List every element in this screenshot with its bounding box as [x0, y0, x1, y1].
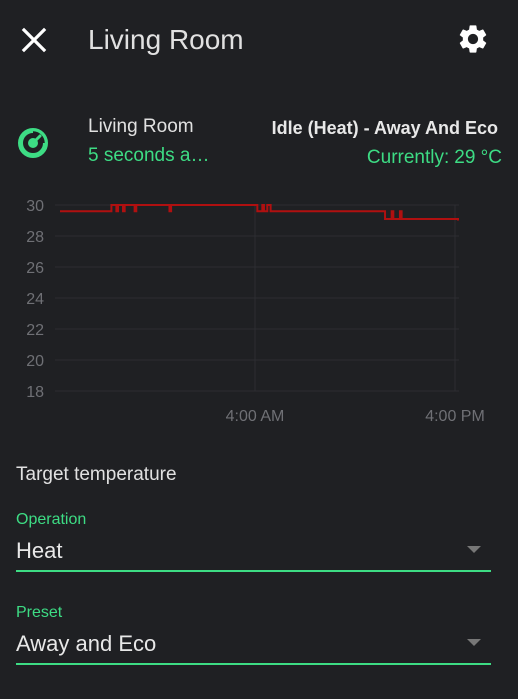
settings-button[interactable]: [456, 22, 490, 56]
dialog-title: Living Room: [88, 24, 244, 55]
chevron-down-icon: [467, 639, 481, 646]
current-temperature: Currently: 29 °C: [367, 146, 502, 170]
close-icon: [21, 27, 47, 53]
preset-value: Away and Eco: [16, 631, 157, 656]
operation-underline: [16, 570, 491, 572]
history-chart: 30 28 26 24 22 20 18 4:00 AM 4:00 PM: [0, 186, 518, 436]
operation-value: Heat: [16, 538, 63, 563]
chart-series-line: [60, 204, 459, 221]
history-chart-svg: 30 28 26 24 22 20 18 4:00 AM 4:00 PM: [26, 198, 485, 425]
chart-y-tick: 18: [26, 384, 44, 401]
chart-y-tick: 28: [26, 229, 44, 246]
entity-state: Idle (Heat) - Away And Eco: [271, 118, 498, 138]
target-temperature-title: Target temperature: [16, 464, 177, 485]
preset-underline: [16, 663, 491, 665]
chart-y-tick: 20: [26, 353, 44, 370]
operation-select[interactable]: Operation Heat: [16, 510, 491, 572]
dialog-header: Living Room: [0, 0, 518, 80]
preset-label: Preset: [16, 604, 63, 621]
chart-y-tick: 24: [26, 291, 44, 308]
chart-x-tick: 4:00 PM: [425, 408, 485, 425]
preset-select[interactable]: Preset Away and Eco: [16, 603, 491, 665]
close-button[interactable]: [18, 24, 50, 56]
chart-y-tick: 26: [26, 260, 44, 277]
chart-y-tick: 22: [26, 322, 44, 339]
operation-label: Operation: [16, 511, 87, 528]
last-changed: 5 seconds a…: [88, 145, 210, 166]
entity-name: Living Room: [88, 116, 194, 137]
current-value: 29 °C: [454, 147, 502, 168]
chart-y-tick: 30: [26, 198, 44, 215]
chart-x-tick: 4:00 AM: [226, 408, 285, 425]
thermostat-dial-icon: [16, 126, 50, 160]
chevron-down-icon: [467, 546, 481, 553]
current-label: Currently:: [366, 147, 450, 168]
gear-icon: [459, 25, 487, 53]
